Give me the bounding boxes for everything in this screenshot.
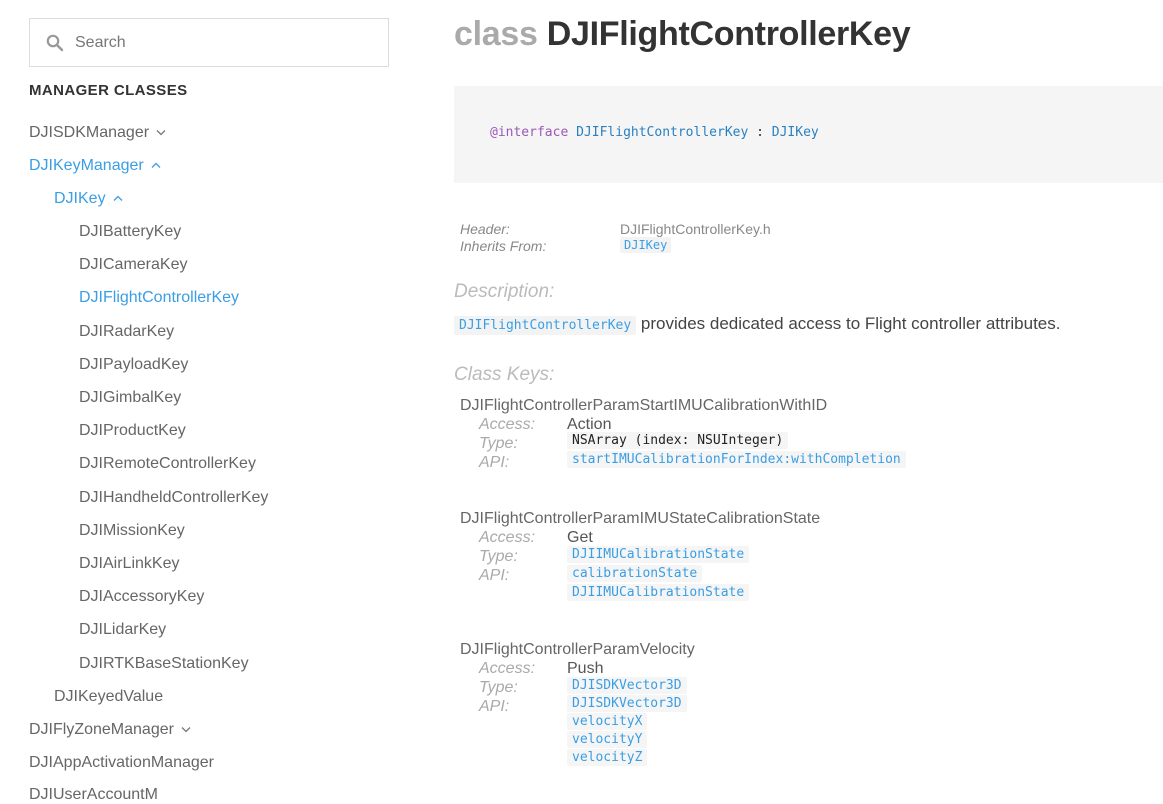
type-label: Type: bbox=[479, 679, 518, 696]
access-label: Access: bbox=[479, 529, 536, 546]
title-class-name: DJIFlightControllerKey bbox=[546, 15, 911, 53]
type-link[interactable]: DJIIMUCalibrationState bbox=[567, 546, 750, 563]
search-input[interactable]: Search bbox=[29, 18, 389, 67]
api-label: API: bbox=[479, 698, 510, 715]
type-link[interactable]: DJISDKVector3D bbox=[567, 677, 687, 694]
sidebar-item-djiproductkey[interactable]: DJIProductKey bbox=[79, 422, 186, 440]
declaration-code-block: @interface DJIFlightControllerKey : DJIK… bbox=[454, 86, 1163, 183]
description-text: provides dedicated access to Flight cont… bbox=[640, 314, 1061, 333]
interface-keyword: @interface bbox=[490, 125, 569, 140]
class-keys-heading: Class Keys: bbox=[454, 364, 555, 385]
sidebar-item-djipayloadkey[interactable]: DJIPayloadKey bbox=[79, 356, 188, 374]
search-placeholder: Search bbox=[75, 34, 126, 51]
section-title-manager-classes: MANAGER CLASSES bbox=[29, 82, 188, 99]
sidebar-item-label: DJIFlyZoneManager bbox=[29, 721, 174, 738]
access-value: Push bbox=[567, 660, 604, 677]
sidebar-item-djihandheldcontrollerkey[interactable]: DJIHandheldControllerKey bbox=[79, 489, 268, 507]
api-label: API: bbox=[479, 567, 510, 584]
sidebar-item-djiuseraccountmanager[interactable]: DJIUserAccountM bbox=[29, 786, 158, 804]
description-heading: Description: bbox=[454, 281, 555, 302]
declaration-parent-link[interactable]: DJIKey bbox=[772, 125, 819, 140]
api-link[interactable]: calibrationState bbox=[567, 565, 703, 582]
sidebar-item-djiaccessorykey[interactable]: DJIAccessoryKey bbox=[79, 588, 204, 606]
sidebar-item-djikeyedvalue[interactable]: DJIKeyedValue bbox=[54, 688, 163, 706]
inherits-label: Inherits From: bbox=[460, 238, 547, 254]
api-link[interactable]: startIMUCalibrationForIndex:withCompleti… bbox=[567, 451, 906, 468]
sidebar-item-djicamerakey[interactable]: DJICameraKey bbox=[79, 256, 187, 274]
access-label: Access: bbox=[479, 416, 536, 433]
api-link[interactable]: velocityX bbox=[567, 713, 648, 730]
sidebar-item-djirtkbasestationkey[interactable]: DJIRTKBaseStationKey bbox=[79, 655, 249, 673]
sidebar-item-djiremotecontrollerkey[interactable]: DJIRemoteControllerKey bbox=[79, 455, 256, 473]
api-label: API: bbox=[479, 454, 510, 471]
sidebar: Search MANAGER CLASSES DJISDKManager DJI… bbox=[0, 0, 420, 803]
api-link[interactable]: velocityZ bbox=[567, 749, 648, 766]
key-name: DJIFlightControllerParamIMUStateCalibrat… bbox=[460, 510, 821, 527]
access-label: Access: bbox=[479, 660, 536, 677]
inherits-link[interactable]: DJIKey bbox=[620, 237, 672, 253]
access-value: Get bbox=[567, 529, 593, 546]
sidebar-item-label: DJIKey bbox=[54, 190, 106, 207]
api-link[interactable]: velocityY bbox=[567, 731, 648, 748]
sidebar-item-djimissionkey[interactable]: DJIMissionKey bbox=[79, 522, 185, 540]
api-link[interactable]: DJIIMUCalibrationState bbox=[567, 584, 750, 601]
search-icon bbox=[46, 34, 64, 52]
page-title: class DJIFlightControllerKey bbox=[454, 15, 911, 54]
type-label: Type: bbox=[479, 548, 518, 565]
declaration-line: @interface DJIFlightControllerKey : DJIK… bbox=[490, 125, 819, 140]
description: DJIFlightControllerKey provides dedicate… bbox=[454, 314, 1060, 335]
declaration-class-name: DJIFlightControllerKey bbox=[576, 125, 749, 140]
header-label: Header: bbox=[460, 221, 510, 237]
description-code-link[interactable]: DJIFlightControllerKey bbox=[454, 316, 637, 335]
type-value: NSArray (index: NSUInteger) bbox=[567, 432, 789, 449]
inherits-value: DJIKey bbox=[620, 236, 672, 253]
sidebar-item-djibatterykey[interactable]: DJIBatteryKey bbox=[79, 223, 181, 241]
chevron-up-icon bbox=[151, 162, 161, 169]
sidebar-item-label: DJIKeyManager bbox=[29, 157, 144, 174]
main-content: class DJIFlightControllerKey @interface … bbox=[454, 0, 1163, 792]
sidebar-item-djisdkmanager[interactable]: DJISDKManager bbox=[29, 124, 166, 142]
sidebar-item-label: DJISDKManager bbox=[29, 124, 150, 141]
sidebar-item-djiappactivationmanager[interactable]: DJIAppActivationManager bbox=[29, 754, 214, 772]
key-name: DJIFlightControllerParamStartIMUCalibrat… bbox=[460, 397, 828, 414]
header-value: DJIFlightControllerKey.h bbox=[620, 221, 771, 237]
sidebar-item-djigimbalkey[interactable]: DJIGimbalKey bbox=[79, 389, 181, 407]
api-link[interactable]: DJISDKVector3D bbox=[567, 695, 687, 712]
chevron-up-icon bbox=[113, 195, 123, 202]
sidebar-item-djikeymanager[interactable]: DJIKeyManager bbox=[29, 157, 161, 175]
sidebar-item-djiflightcontrollerkey[interactable]: DJIFlightControllerKey bbox=[79, 289, 239, 307]
chevron-down-icon bbox=[156, 130, 166, 136]
declaration-separator: : bbox=[756, 125, 764, 140]
sidebar-item-djikey[interactable]: DJIKey bbox=[54, 190, 123, 208]
sidebar-item-djiflyzonemanager[interactable]: DJIFlyZoneManager bbox=[29, 721, 191, 739]
sidebar-item-djiradarkey[interactable]: DJIRadarKey bbox=[79, 323, 174, 341]
sidebar-item-djiairlinkkey[interactable]: DJIAirLinkKey bbox=[79, 555, 179, 573]
type-label: Type: bbox=[479, 435, 518, 452]
title-keyword: class bbox=[454, 15, 538, 53]
sidebar-item-djilidarkey[interactable]: DJILidarKey bbox=[79, 621, 166, 639]
key-name: DJIFlightControllerParamVelocity bbox=[460, 641, 695, 658]
chevron-down-icon bbox=[181, 727, 191, 733]
